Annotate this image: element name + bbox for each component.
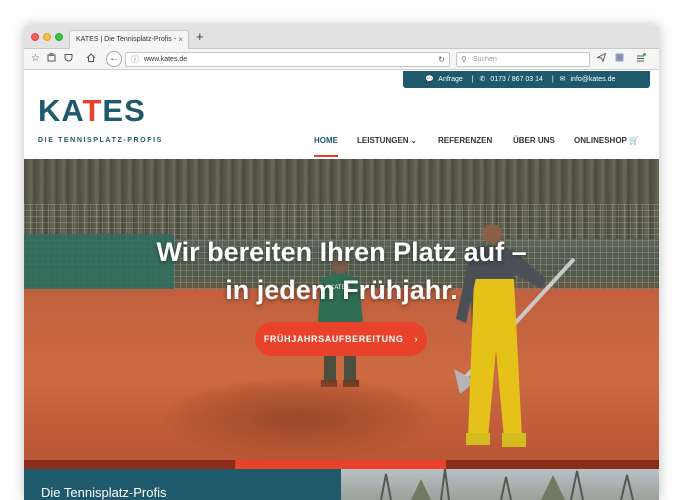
phone-icon: ✆ <box>479 76 486 83</box>
logo-ka: KA <box>38 93 83 128</box>
tab-title: KATES | Die Tennisplatz-Profis - <box>76 36 176 43</box>
logo[interactable]: KATES <box>38 95 146 127</box>
search-icon: ⚲ <box>461 55 467 64</box>
search-input[interactable]: ⚲ Suchen <box>456 52 590 67</box>
cart-icon: 🛒 <box>628 136 639 145</box>
nav-referenzen[interactable]: REFERENZEN <box>438 135 492 157</box>
address-bar[interactable]: ⓘ www.kates.de ↻ <box>125 52 450 67</box>
home-icon[interactable] <box>86 53 96 66</box>
separator: | <box>551 76 554 83</box>
maximize-window-button[interactable] <box>55 33 63 41</box>
anfrage-link[interactable]: Anfrage <box>438 76 463 83</box>
slider-progress <box>24 460 659 469</box>
hero-slider: KATES Wir bereiten Ihren Platz auf – in … <box>24 159 659 460</box>
extension-icon[interactable] <box>615 53 624 66</box>
star-icon[interactable]: ☆ <box>31 53 40 65</box>
url-text: www.kates.de <box>144 56 188 63</box>
web-page: 💬 Anfrage | ✆ 0173 / 867 03 14 | ✉ info@… <box>24 71 659 500</box>
fruehjahrsaufbereitung-button[interactable]: FRÜHJAHRSAUFBEREITUNG › <box>255 322 427 356</box>
browser-window: KATES | Die Tennisplatz-Profis - × + ☆ ←… <box>24 25 659 500</box>
nav-home[interactable]: HOME <box>314 135 338 157</box>
search-placeholder: Suchen <box>473 56 497 63</box>
logo-tagline: DIE TENNISPLATZ-PROFIS <box>38 137 163 144</box>
chevron-down-icon: ⌄ <box>410 138 417 145</box>
hero-headline-line1: Wir bereiten Ihren Platz auf – <box>156 237 527 267</box>
logo-t: T <box>82 93 103 128</box>
hero-button-label: FRÜHJAHRSAUFBEREITUNG <box>263 334 404 344</box>
separator: | <box>471 76 474 83</box>
hero-dust <box>164 379 434 459</box>
menu-icon[interactable] <box>636 53 646 67</box>
nav-onlineshop-label: ONLINESHOP <box>574 136 627 145</box>
contact-bar: 💬 Anfrage | ✆ 0173 / 867 03 14 | ✉ info@… <box>403 71 650 88</box>
nav-leistungen[interactable]: LEISTUNGEN ⌄ <box>357 135 417 157</box>
tab-close-icon[interactable]: × <box>178 31 183 48</box>
hero-headline: Wir bereiten Ihren Platz auf – in jedem … <box>24 233 659 309</box>
send-icon[interactable] <box>595 52 607 66</box>
intro-image <box>341 469 659 500</box>
nav-ueber-uns[interactable]: ÜBER UNS <box>513 135 555 157</box>
hero-headline-line2: in jedem Frühjahr. <box>225 275 458 305</box>
trees-image <box>380 469 634 500</box>
slider-active-indicator[interactable] <box>235 460 446 469</box>
chevron-right-icon: › <box>414 334 419 344</box>
phone-link[interactable]: 0173 / 867 03 14 <box>490 76 543 83</box>
new-tab-button[interactable]: + <box>196 29 204 45</box>
nav-onlineshop[interactable]: ONLINESHOP 🛒 <box>574 135 639 157</box>
browser-toolbar: ☆ ← ⓘ www.kates.de ↻ ⚲ Suchen <box>24 49 659 70</box>
nav-leistungen-label: LEISTUNGEN <box>357 136 409 145</box>
info-icon[interactable]: ⓘ <box>131 53 139 66</box>
intro-title: Die Tennisplatz-Profis <box>41 485 167 500</box>
logo-es: ES <box>102 93 146 128</box>
browser-tab[interactable]: KATES | Die Tennisplatz-Profis - × <box>69 30 189 49</box>
library-icon[interactable] <box>47 53 56 66</box>
pocket-icon[interactable] <box>64 53 73 66</box>
minimize-window-button[interactable] <box>43 33 51 41</box>
chat-icon: 💬 <box>425 76 434 83</box>
tab-bar: KATES | Die Tennisplatz-Profis - × + <box>24 25 659 49</box>
intro-section: Die Tennisplatz-Profis <box>24 469 341 500</box>
reload-icon[interactable]: ↻ <box>438 53 445 66</box>
email-link[interactable]: info@kates.de <box>571 76 616 83</box>
back-button[interactable]: ← <box>106 51 122 67</box>
close-window-button[interactable] <box>31 33 39 41</box>
mail-icon: ✉ <box>559 76 566 83</box>
